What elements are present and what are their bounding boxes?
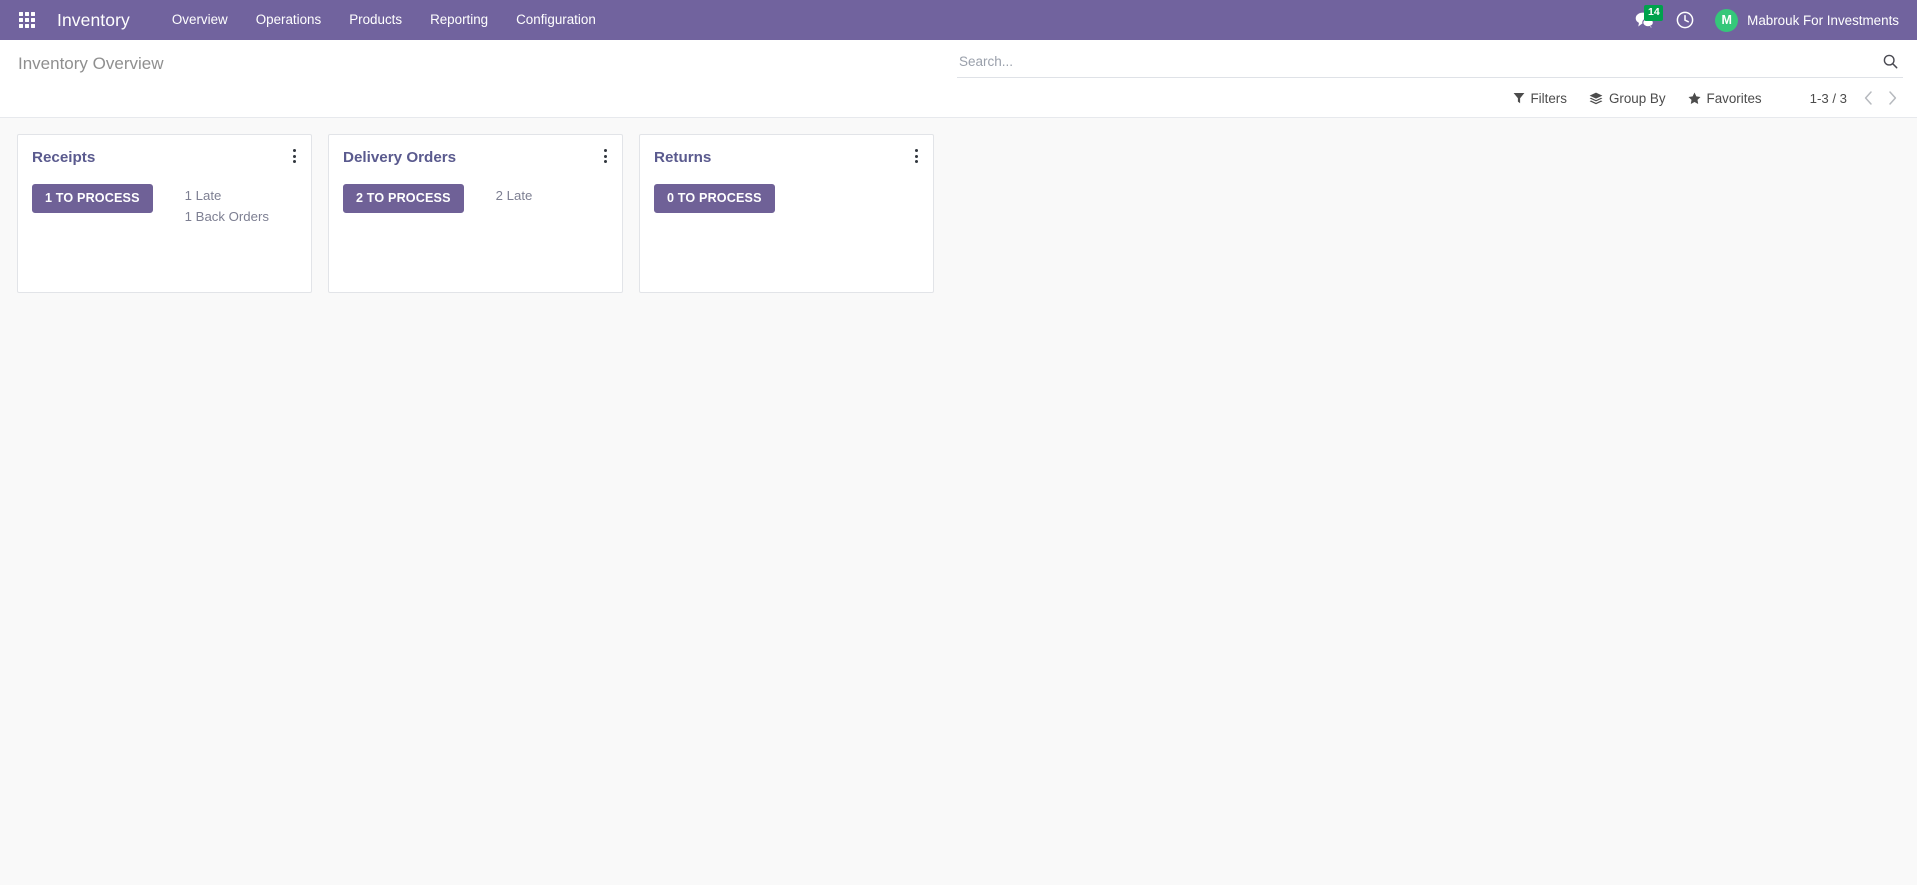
chevron-left-icon [1864, 91, 1872, 105]
activities-menu-button[interactable] [1665, 0, 1705, 40]
card-title: Delivery Orders [343, 149, 457, 166]
messages-count-badge: 14 [1644, 5, 1664, 21]
user-name-label: Mabrouk For Investments [1747, 12, 1899, 28]
favorites-label: Favorites [1706, 90, 1762, 106]
kanban-view: Receipts 1 TO PROCESS 1 Late 1 Back Orde… [0, 118, 1917, 845]
kanban-card-delivery-orders[interactable]: Delivery Orders 2 TO PROCESS 2 Late [328, 134, 623, 293]
card-body: 2 TO PROCESS 2 Late [343, 184, 608, 213]
app-brand-inventory[interactable]: Inventory [57, 10, 130, 31]
search-line [957, 50, 1903, 78]
kanban-card-receipts[interactable]: Receipts 1 TO PROCESS 1 Late 1 Back Orde… [17, 134, 312, 293]
card-menu-returns[interactable] [907, 146, 925, 166]
layers-icon [1589, 92, 1603, 104]
breadcrumb[interactable]: Inventory Overview [0, 50, 164, 78]
menu-item-configuration[interactable]: Configuration [502, 0, 610, 40]
card-link-back-orders[interactable]: 1 Back Orders [185, 207, 269, 226]
navbar-system-tray: 14 M Mabrouk For Investments [1624, 0, 1903, 40]
control-panel: Inventory Overview Filters [0, 40, 1917, 118]
to-process-button-returns[interactable]: 0 TO PROCESS [654, 184, 775, 213]
control-panel-top-row: Inventory Overview [0, 40, 1917, 80]
kanban-card-returns[interactable]: Returns 0 TO PROCESS [639, 134, 934, 293]
favorites-dropdown-button[interactable]: Favorites [1678, 88, 1772, 109]
messages-menu-button[interactable]: 14 [1624, 0, 1665, 40]
filters-label: Filters [1530, 90, 1567, 106]
card-link-late[interactable]: 1 Late [185, 186, 269, 205]
card-menu-receipts[interactable] [285, 146, 303, 166]
pager: 1-3 / 3 [1802, 87, 1903, 109]
to-process-button-delivery-orders[interactable]: 2 TO PROCESS [343, 184, 464, 213]
apps-menu-button[interactable] [10, 3, 44, 37]
card-title: Receipts [32, 149, 96, 166]
search-dropdown-toggles: Filters Group By Favorites [1503, 88, 1772, 109]
card-links-returns [775, 184, 807, 186]
group-by-dropdown-button[interactable]: Group By [1579, 88, 1676, 109]
card-menu-delivery-orders[interactable] [596, 146, 614, 166]
pager-previous-button[interactable] [1857, 87, 1879, 109]
user-menu-button[interactable]: M Mabrouk For Investments [1705, 0, 1903, 40]
card-links-receipts: 1 Late 1 Back Orders [153, 184, 269, 226]
main-menu: Overview Operations Products Reporting C… [158, 0, 610, 40]
to-process-button-receipts[interactable]: 1 TO PROCESS [32, 184, 153, 213]
control-panel-bottom-row: Filters Group By Favorites 1-3 / 3 [0, 80, 1917, 117]
menu-item-reporting[interactable]: Reporting [416, 0, 502, 40]
card-body: 0 TO PROCESS [654, 184, 919, 213]
filters-dropdown-button[interactable]: Filters [1503, 88, 1577, 109]
group-by-label: Group By [1608, 90, 1666, 106]
card-links-delivery-orders: 2 Late [464, 184, 533, 205]
apps-grid-icon [19, 12, 35, 28]
star-icon [1688, 92, 1701, 104]
filter-icon [1513, 93, 1524, 104]
top-navbar: Inventory Overview Operations Products R… [0, 0, 1917, 40]
search-input[interactable] [957, 51, 1877, 71]
menu-item-products[interactable]: Products [335, 0, 416, 40]
search-button[interactable] [1877, 50, 1903, 72]
pager-value[interactable]: 1-3 / 3 [1802, 91, 1855, 106]
avatar: M [1715, 8, 1739, 32]
chevron-right-icon [1888, 91, 1896, 105]
menu-item-operations[interactable]: Operations [242, 0, 336, 40]
card-title: Returns [654, 149, 712, 166]
card-link-late[interactable]: 2 Late [496, 186, 533, 205]
kanban-card-row: Receipts 1 TO PROCESS 1 Late 1 Back Orde… [17, 134, 1917, 293]
search-panel [957, 50, 1917, 78]
menu-item-overview[interactable]: Overview [158, 0, 242, 40]
search-icon [1883, 54, 1897, 68]
clock-icon [1676, 11, 1694, 29]
pager-next-button[interactable] [1881, 87, 1903, 109]
card-body: 1 TO PROCESS 1 Late 1 Back Orders [32, 184, 297, 226]
